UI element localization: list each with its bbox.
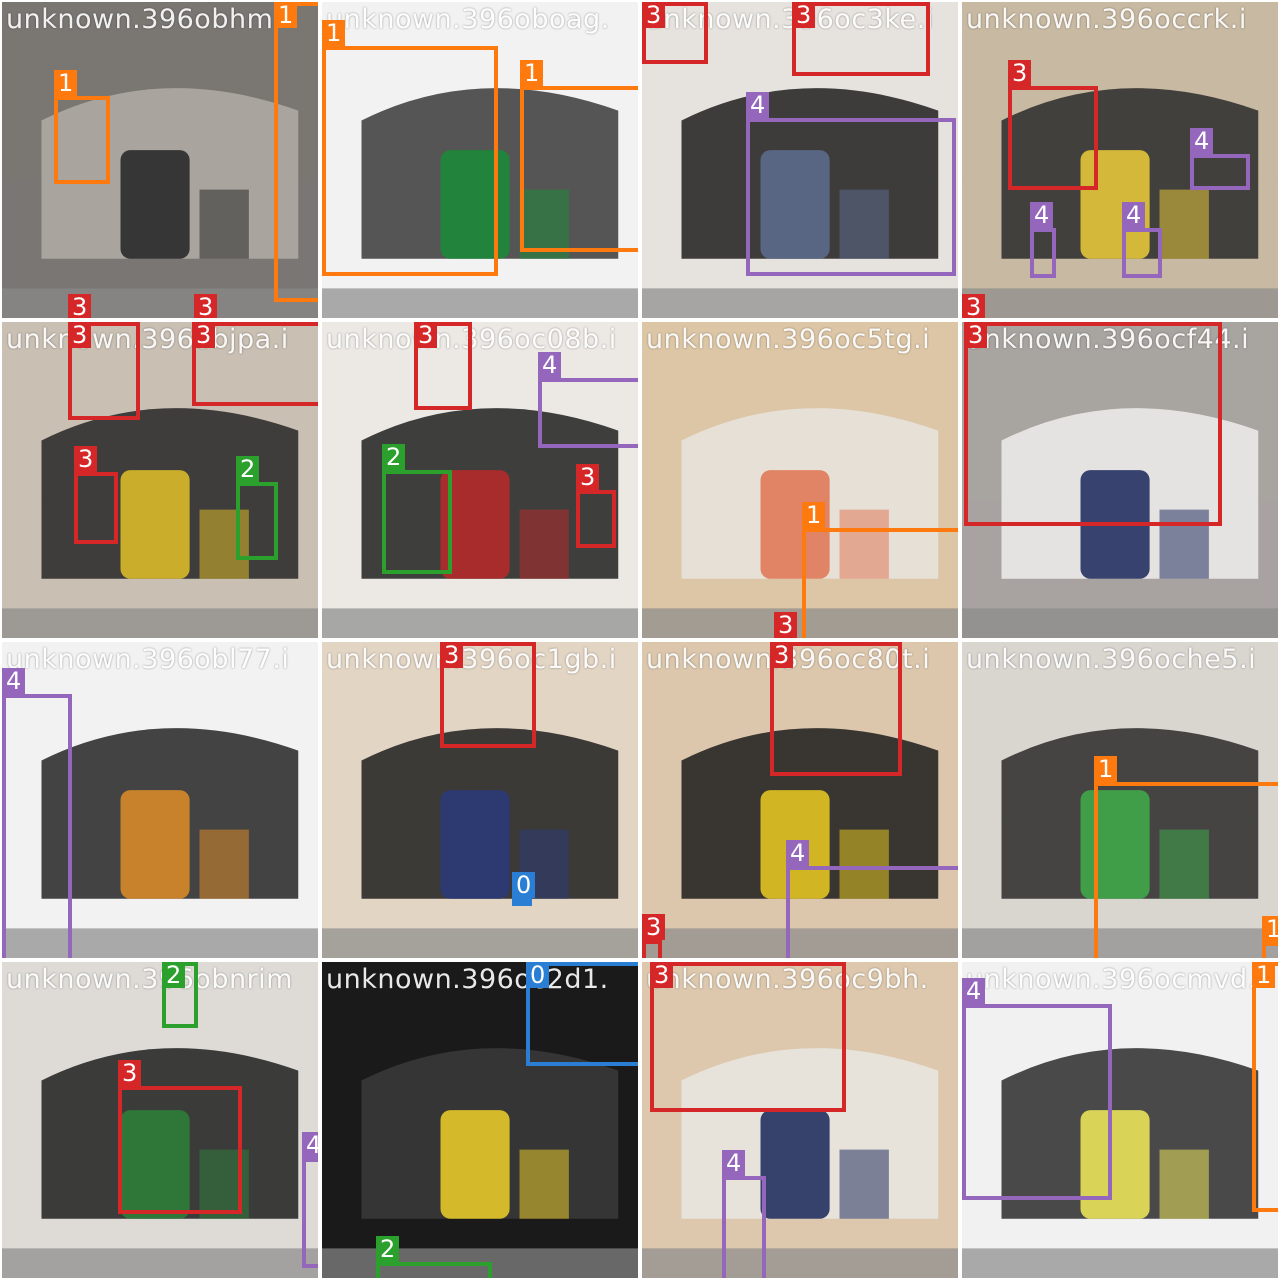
class-label: 1 bbox=[1262, 916, 1278, 942]
bounding-box bbox=[2, 694, 72, 958]
bounding-box bbox=[650, 962, 846, 1112]
mosaic-tile: unknown.396occrk.i 3 4 4 4 3 bbox=[960, 0, 1280, 320]
class-label: 3 bbox=[576, 464, 600, 490]
class-label: 3 bbox=[1008, 60, 1032, 86]
tile-filename: unknown.396oche5.i bbox=[966, 644, 1257, 675]
bounding-box bbox=[54, 96, 110, 184]
class-label: 3 bbox=[650, 962, 674, 988]
mosaic-tile: unknown.396objpa.i 3 3 3 2 bbox=[0, 320, 320, 640]
bounding-box bbox=[962, 1004, 1112, 1200]
bounding-box bbox=[376, 1262, 492, 1278]
bounding-box bbox=[576, 490, 616, 548]
mosaic-tile: unknown.396oc9bh. 3 4 bbox=[640, 960, 960, 1280]
bounding-box bbox=[512, 898, 532, 906]
class-label: 3 bbox=[642, 914, 666, 940]
bounding-box bbox=[802, 528, 958, 638]
class-label: 0 bbox=[512, 872, 536, 898]
class-label: 4 bbox=[302, 1132, 318, 1158]
class-label: 4 bbox=[786, 840, 810, 866]
bounding-box bbox=[722, 1176, 766, 1278]
bounding-box bbox=[1122, 228, 1162, 278]
scene-image bbox=[2, 2, 318, 318]
bounding-box bbox=[786, 866, 958, 958]
class-label: 3 bbox=[414, 322, 438, 348]
class-label: 4 bbox=[1030, 202, 1054, 228]
class-label: 3 bbox=[792, 2, 816, 28]
class-label: 4 bbox=[2, 668, 26, 694]
mosaic-tile: unknown.396obnrim 2 3 4 bbox=[0, 960, 320, 1280]
bounding-box bbox=[1094, 782, 1278, 958]
tile-filename: unknown.396oc5tg.i bbox=[646, 324, 931, 355]
bounding-box bbox=[274, 2, 318, 302]
class-label: 4 bbox=[538, 352, 562, 378]
bounding-box bbox=[538, 378, 638, 448]
bounding-box bbox=[746, 118, 956, 276]
bounding-box bbox=[74, 472, 118, 544]
class-label: 3 bbox=[774, 612, 798, 638]
mosaic-tile: unknown.396oc5tg.i 1 3 bbox=[640, 320, 960, 640]
bounding-box bbox=[520, 86, 638, 252]
bounding-box bbox=[1262, 942, 1278, 958]
class-label: 3 bbox=[68, 322, 92, 348]
bounding-box bbox=[1030, 228, 1056, 278]
bounding-box bbox=[382, 470, 452, 574]
class-label: 3 bbox=[962, 294, 986, 318]
class-label: 3 bbox=[440, 642, 464, 668]
mosaic-tile: unknown.396obl77.i 4 bbox=[0, 640, 320, 960]
class-label: 1 bbox=[520, 60, 544, 86]
bounding-box bbox=[118, 1086, 242, 1214]
bounding-box bbox=[1008, 86, 1098, 190]
class-label: 4 bbox=[1122, 202, 1146, 228]
class-label: 4 bbox=[1190, 128, 1214, 154]
bounding-box bbox=[236, 482, 278, 560]
class-label: 1 bbox=[274, 2, 298, 28]
bounding-box bbox=[964, 322, 1222, 526]
class-label: 1 bbox=[322, 20, 346, 46]
mosaic-tile: unknown.396oboag. 1 1 bbox=[320, 0, 640, 320]
class-label: 3 bbox=[118, 1060, 142, 1086]
class-label: 3 bbox=[770, 642, 794, 668]
class-label: 3 bbox=[194, 294, 218, 318]
bounding-box bbox=[1190, 154, 1250, 190]
class-label: 3 bbox=[68, 294, 92, 318]
class-label: 1 bbox=[1094, 756, 1118, 782]
mosaic-tile: unknown.396oc08b.i 3 4 2 3 bbox=[320, 320, 640, 640]
class-label: 3 bbox=[74, 446, 98, 472]
bounding-box bbox=[1252, 962, 1278, 1212]
mosaic-tile: unknown.396oc1gb.i 3 0 bbox=[320, 640, 640, 960]
mosaic-tile: unknown.396oche5.i 1 1 bbox=[960, 640, 1280, 960]
class-label: 4 bbox=[746, 92, 770, 118]
class-label: 2 bbox=[162, 962, 186, 988]
bounding-box bbox=[322, 46, 498, 276]
mosaic-tile: unknown.396oc80t.i343 bbox=[640, 640, 960, 960]
class-label: 4 bbox=[722, 1150, 746, 1176]
mosaic-tile: unknown.396ocf44.i 3 bbox=[960, 320, 1280, 640]
class-label: 3 bbox=[642, 2, 666, 28]
class-label: 3 bbox=[964, 322, 988, 348]
class-label: 0 bbox=[526, 962, 550, 988]
class-label: 1 bbox=[54, 70, 78, 96]
class-label: 2 bbox=[236, 456, 260, 482]
class-label: 1 bbox=[802, 502, 826, 528]
tile-filename: unknown.396obnrim bbox=[6, 964, 293, 995]
class-label: 2 bbox=[382, 444, 406, 470]
bounding-box bbox=[642, 940, 662, 958]
mosaic-tile: unknown.396obhmn 1 1 3 3 bbox=[0, 0, 320, 320]
class-label: 1 bbox=[1252, 962, 1276, 988]
tile-filename: unknown.396oboag. bbox=[326, 4, 610, 35]
tile-filename: unknown.396obl77.i bbox=[6, 644, 290, 675]
class-label: 4 bbox=[962, 978, 986, 1004]
class-label: 2 bbox=[376, 1236, 400, 1262]
mosaic-tile: unknown.396oc2d1. 0 2 bbox=[320, 960, 640, 1280]
mosaic-tile: unknown.396ocmvd. 4 1 bbox=[960, 960, 1280, 1280]
tile-filename: unknown.396ocmvd. bbox=[966, 964, 1257, 995]
mosaic-grid: unknown.396obhmn 1 1 3 3 unknown.396oboag. 1 1… bbox=[0, 0, 1280, 1280]
mosaic-tile: unknown.396oc3ke.i 3 3 4 bbox=[640, 0, 960, 320]
tile-filename: unknown.396occrk.i bbox=[966, 4, 1247, 35]
tile-filename: unknown.396obhmn bbox=[6, 4, 291, 35]
class-label: 3 bbox=[192, 322, 216, 348]
bounding-box bbox=[302, 1158, 318, 1268]
